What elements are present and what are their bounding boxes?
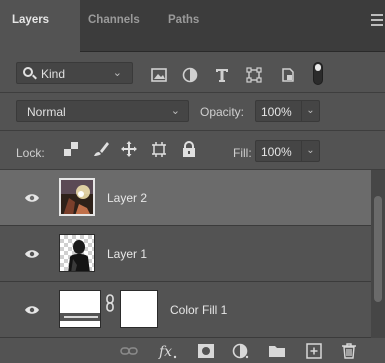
layer-row[interactable]: Color Fill 1 xyxy=(0,282,371,338)
panel-tab-bar: Layers Channels Paths xyxy=(0,0,385,52)
eye-icon[interactable] xyxy=(24,305,40,315)
new-adjustment-icon[interactable] xyxy=(232,343,250,359)
tab-channels[interactable]: Channels xyxy=(88,14,140,26)
panel-menu-icon[interactable] xyxy=(371,14,385,26)
chevron-down-icon: ⌄ xyxy=(170,105,180,117)
svg-text:fx: fx xyxy=(158,344,172,359)
chevron-down-icon: ⌄ xyxy=(112,67,122,79)
link-layers-icon[interactable] xyxy=(120,343,138,359)
divider xyxy=(0,130,385,131)
lock-artboard-icon[interactable] xyxy=(150,140,168,158)
opacity-input[interactable]: 100% ⌄ xyxy=(255,100,320,122)
layer-thumbnail xyxy=(59,234,95,272)
fill-thumbnail xyxy=(59,290,101,328)
lock-position-icon[interactable] xyxy=(120,140,138,158)
chain-link-icon[interactable] xyxy=(105,294,115,312)
scroll-thumb[interactable] xyxy=(374,196,382,302)
blend-mode-select[interactable]: Normal ⌄ xyxy=(16,100,189,122)
fx-icon[interactable]: fx xyxy=(158,343,178,359)
blend-mode-value: Normal xyxy=(27,105,66,119)
filter-toggle-icon[interactable] xyxy=(313,62,323,85)
tab-layers[interactable]: Layers xyxy=(12,14,49,26)
fill-value: 100% xyxy=(261,145,292,159)
shape-filter-icon[interactable] xyxy=(245,67,263,83)
lock-label: Lock: xyxy=(16,146,45,160)
fill-label: Fill: xyxy=(233,146,252,160)
fill-input[interactable]: 100% ⌄ xyxy=(255,140,320,162)
divider xyxy=(0,92,385,93)
mask-thumbnail[interactable] xyxy=(120,290,158,328)
layer-name[interactable]: Layer 2 xyxy=(107,191,147,205)
smart-object-filter-icon[interactable] xyxy=(279,67,297,83)
layer-name[interactable]: Layer 1 xyxy=(107,247,147,261)
adjustment-filter-icon[interactable] xyxy=(181,67,199,83)
layer-row[interactable]: Layer 1 xyxy=(0,226,371,282)
filter-kind-label: Kind xyxy=(41,67,66,81)
lock-transparent-icon[interactable] xyxy=(62,140,80,158)
search-icon xyxy=(23,67,33,77)
lock-image-icon[interactable] xyxy=(92,140,110,158)
new-layer-icon[interactable] xyxy=(305,343,323,359)
layer-row[interactable]: Layer 2 xyxy=(0,170,371,226)
new-group-icon[interactable] xyxy=(268,343,286,359)
tab-paths[interactable]: Paths xyxy=(168,14,199,26)
filter-kind-select[interactable]: Kind ⌄ xyxy=(16,62,133,84)
layers-panel: Layers Channels Paths Kind ⌄ Normal ⌄ Op… xyxy=(0,0,385,363)
delete-layer-icon[interactable] xyxy=(340,343,358,359)
bottom-toolbar: fx xyxy=(0,338,385,363)
eye-icon[interactable] xyxy=(24,193,40,203)
layer-thumbnail xyxy=(59,178,95,216)
type-filter-icon[interactable] xyxy=(213,67,231,83)
opacity-label: Opacity: xyxy=(200,105,245,119)
add-mask-icon[interactable] xyxy=(197,343,215,359)
layers-list: Layer 2 Layer 1 Color Fill 1 xyxy=(0,170,371,338)
eye-icon[interactable] xyxy=(24,249,40,259)
chevron-down-icon[interactable]: ⌄ xyxy=(301,141,319,161)
layer-name[interactable]: Color Fill 1 xyxy=(170,303,227,317)
image-filter-icon[interactable] xyxy=(150,67,168,83)
active-tab-background xyxy=(0,0,80,52)
opacity-value: 100% xyxy=(261,105,292,119)
layers-scrollbar[interactable] xyxy=(371,170,385,338)
chevron-down-icon[interactable]: ⌄ xyxy=(301,101,319,121)
filter-row: Kind ⌄ xyxy=(0,52,385,92)
lock-all-icon[interactable] xyxy=(180,140,198,158)
